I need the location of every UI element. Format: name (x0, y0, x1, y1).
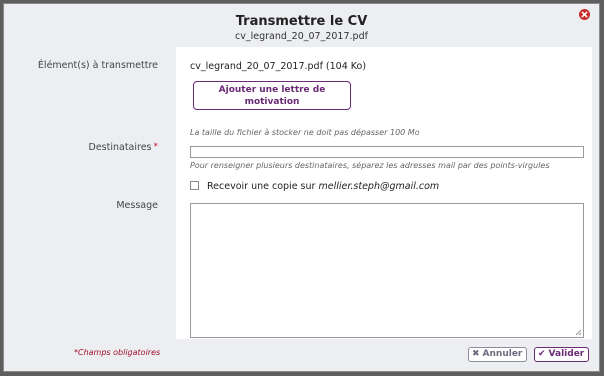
copy-checkbox[interactable] (190, 181, 199, 190)
message-textarea[interactable] (190, 203, 584, 338)
transmit-cv-dialog: Transmettre le CV cv_legrand_20_07_2017.… (3, 3, 600, 372)
size-hint: La taille du fichier à stocker ne doit p… (190, 128, 420, 137)
close-icon: ✖ (472, 349, 480, 359)
close-icon[interactable] (579, 9, 590, 20)
elements-label: Élément(s) à transmettre (37, 60, 158, 71)
recipients-label-text: Destinataires (88, 142, 152, 153)
copy-email: mellier.steph@gmail.com (318, 181, 440, 192)
add-motivation-letter-button[interactable]: Ajouter une lettre de motivation (193, 81, 351, 110)
required-star: * (153, 142, 159, 152)
dialog-subtitle: cv_legrand_20_07_2017.pdf (235, 31, 368, 42)
copy-label: Recevoir une copie sur (207, 181, 316, 192)
recipients-label: Destinataires * (89, 142, 159, 153)
copy-row: Recevoir une copie sur mellier.steph@gma… (190, 181, 439, 192)
dialog-title: Transmettre le CV (235, 14, 368, 29)
resize-grip-icon[interactable] (574, 328, 582, 336)
check-icon: ✔ (538, 349, 546, 359)
attached-file: cv_legrand_20_07_2017.pdf (104 Ko) (190, 61, 367, 72)
cancel-button[interactable]: ✖ Annuler (468, 347, 528, 362)
cancel-label: Annuler (482, 349, 523, 359)
message-label: Message (116, 200, 158, 211)
recipients-input[interactable] (190, 146, 584, 158)
validate-label: Valider (548, 349, 585, 359)
required-fields-note: *Champs obligatoires (74, 348, 161, 357)
recipients-hint: Pour renseigner plusieurs destinataires,… (190, 161, 550, 170)
form-content: cv_legrand_20_07_2017.pdf (104 Ko) Ajout… (176, 47, 592, 339)
validate-button[interactable]: ✔ Valider (534, 347, 590, 362)
